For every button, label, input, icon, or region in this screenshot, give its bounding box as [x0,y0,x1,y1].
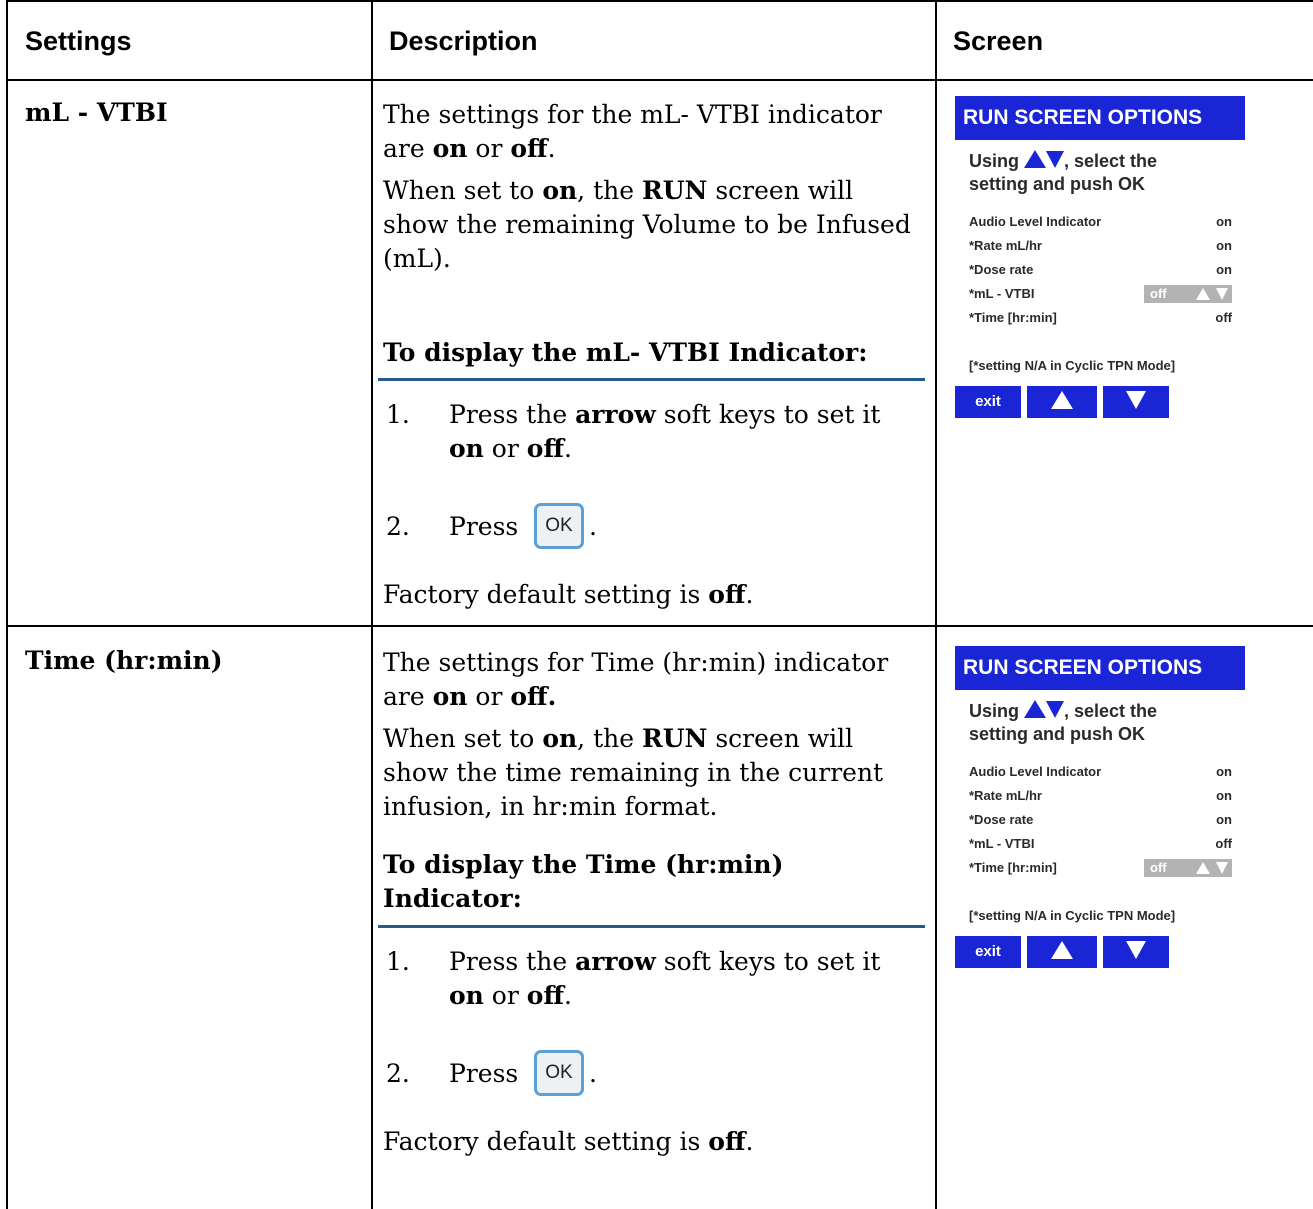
exit-softkey[interactable]: exit [955,936,1021,968]
up-arrow-icon [1196,288,1210,300]
screen-option-row: *mL - VTBI off [969,836,1232,851]
column-divider-2 [935,0,937,1209]
procedure-heading: To display the Time (hr:min) Indicator: [383,850,784,913]
up-arrow-icon [1196,862,1210,874]
description-text: When set to on, the RUN screen will show… [383,176,911,273]
up-arrow-icon [1051,391,1073,409]
description-text: The settings for the mL- VTBI indicator … [383,100,882,163]
header-screen: Screen [953,26,1044,56]
screen-option-row: Audio Level Indicator on [969,214,1232,229]
step-number: 1. [386,947,410,976]
screen-option-row-selected: *mL - VTBI off [969,282,1232,306]
down-softkey[interactable] [1103,386,1169,418]
screen-option-row-selected: *Time [hr:min] off [969,856,1232,880]
step-text: Press the arrow soft keys to set it on o… [449,947,881,1010]
down-arrow-icon [1126,391,1146,409]
down-arrow-icon [1046,151,1065,168]
screen-option-row: *Dose rate on [969,812,1232,827]
default-setting-text: Factory default setting is off. [383,580,754,609]
step-number: 2. [386,512,410,541]
up-arrow-icon [1051,941,1073,959]
step-number: 1. [386,400,410,429]
header-row-divider [6,79,1313,81]
screen-option-row: *Rate mL/hr on [969,238,1232,253]
default-setting-text: Factory default setting is off. [383,1127,754,1156]
ok-key-icon: OK [534,1050,584,1096]
ok-key-icon: OK [534,503,584,549]
table-border-top [6,0,1313,2]
down-arrow-icon [1126,941,1146,959]
screen-title: RUN SCREEN OPTIONS [955,96,1245,140]
table-border-left [6,0,8,1209]
procedure-heading: To display the mL- VTBI Indicator: [383,338,868,367]
row-divider [6,625,1313,627]
screen-option-row: *Dose rate on [969,262,1232,277]
selected-value-box: off [1144,285,1232,303]
step-number: 2. [386,1059,410,1088]
selected-value-box: off [1144,859,1232,877]
procedure-rule [378,378,925,381]
down-arrow-icon [1216,288,1228,300]
step-text: Press the arrow soft keys to set it on o… [449,400,881,463]
setting-name: Time (hr:min) [25,646,223,675]
header-description: Description [389,26,538,56]
header-settings: Settings [25,26,132,56]
down-arrow-icon [1046,701,1065,718]
screen-option-row: *Time [hr:min] off [969,310,1232,325]
column-divider-1 [371,0,373,1209]
step-period: . [589,1059,597,1088]
up-softkey[interactable] [1027,386,1097,418]
step-period: . [589,512,597,541]
device-screen: RUN SCREEN OPTIONS Using , select the se… [955,96,1245,418]
screen-note: [*setting N/A in Cyclic TPN Mode] [969,908,1176,923]
description-text: When set to on, the RUN screen will show… [383,724,884,821]
description-text: The settings for Time (hr:min) indicator… [383,648,889,711]
up-arrow-icon [1024,700,1047,718]
device-screen: RUN SCREEN OPTIONS Using , select the se… [955,646,1245,968]
screen-note: [*setting N/A in Cyclic TPN Mode] [969,358,1176,373]
screen-instruction: Using , select the setting and push OK [969,700,1158,744]
screen-title: RUN SCREEN OPTIONS [955,646,1245,690]
step-text: Press [449,1059,519,1088]
up-arrow-icon [1024,150,1047,168]
procedure-rule [378,925,925,928]
down-arrow-icon [1216,862,1228,874]
screen-option-row: *Rate mL/hr on [969,788,1232,803]
step-text: Press [449,512,519,541]
exit-softkey[interactable]: exit [955,386,1021,418]
setting-name: mL - VTBI [25,98,168,127]
up-softkey[interactable] [1027,936,1097,968]
screen-instruction: Using , select the setting and push OK [969,150,1158,194]
down-softkey[interactable] [1103,936,1169,968]
screen-option-row: Audio Level Indicator on [969,764,1232,779]
